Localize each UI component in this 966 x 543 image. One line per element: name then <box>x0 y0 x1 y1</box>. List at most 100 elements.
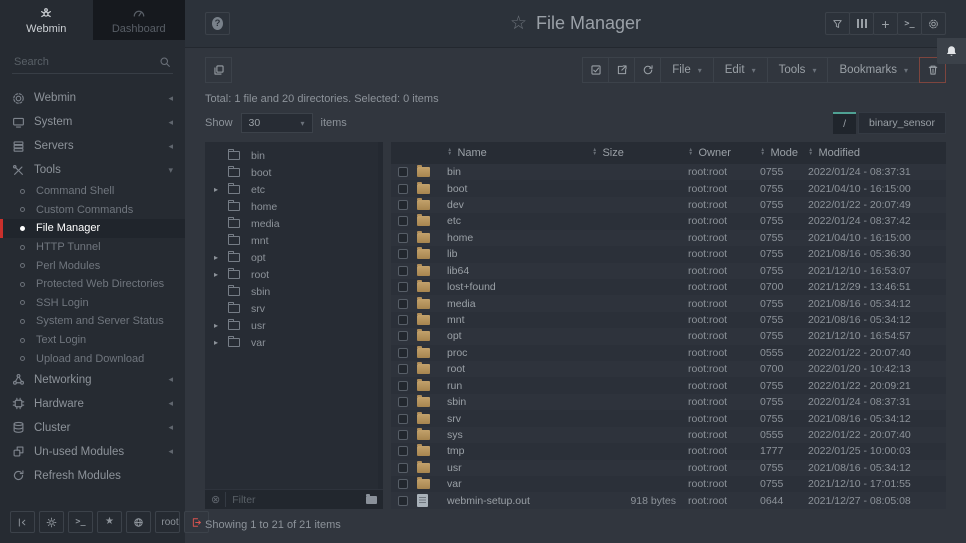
table-row[interactable]: varroot:root07552021/12/10 - 17:01:55 <box>391 476 946 492</box>
table-row[interactable]: sbinroot:root07552022/01/24 - 08:37:31 <box>391 394 946 410</box>
row-checkbox[interactable] <box>398 266 408 276</box>
menu-file[interactable]: File▾ <box>660 57 714 83</box>
tree-item-mnt[interactable]: mnt <box>205 232 383 249</box>
tree-item-root[interactable]: ▸root <box>205 266 383 283</box>
favorites-button[interactable]: ★ <box>97 511 122 533</box>
column-header-name[interactable]: Name <box>447 147 592 159</box>
collapse-sidebar-button[interactable] <box>10 511 35 533</box>
sidebar-item-webmin[interactable]: Webmin◂ <box>0 86 185 110</box>
table-row[interactable]: srvroot:root07552021/08/16 - 05:34:12 <box>391 410 946 426</box>
tree-item-media[interactable]: media <box>205 215 383 232</box>
sidebar-item-system[interactable]: System◂ <box>0 110 185 134</box>
tree-item-home[interactable]: home <box>205 198 383 215</box>
table-row[interactable]: optroot:root07552021/12/10 - 16:54:57 <box>391 328 946 344</box>
filter-button[interactable] <box>825 12 850 35</box>
sidebar-item-hardware[interactable]: Hardware◂ <box>0 392 185 416</box>
table-row[interactable]: runroot:root07552022/01/22 - 20:09:21 <box>391 377 946 393</box>
select-button[interactable] <box>582 57 609 83</box>
panels-button[interactable] <box>205 57 232 83</box>
path-segment-button[interactable]: binary_sensor <box>858 112 946 134</box>
menu-tools[interactable]: Tools▾ <box>767 57 829 83</box>
sidebar-subitem-command-shell[interactable]: Command Shell <box>0 182 185 201</box>
sort-icon[interactable] <box>592 149 597 156</box>
show-items-select[interactable]: 30 ▾ <box>241 113 313 133</box>
table-row[interactable]: sysroot:root05552022/01/22 - 20:07:40 <box>391 427 946 443</box>
row-checkbox[interactable] <box>398 430 408 440</box>
row-checkbox[interactable] <box>398 167 408 177</box>
sort-icon[interactable] <box>760 149 765 156</box>
table-row[interactable]: mntroot:root07552021/08/16 - 05:34:12 <box>391 312 946 328</box>
row-checkbox[interactable] <box>398 381 408 391</box>
processes-button[interactable] <box>849 12 874 35</box>
table-row[interactable]: lib64root:root07552021/12/10 - 16:53:07 <box>391 263 946 279</box>
menu-bookmarks[interactable]: Bookmarks▾ <box>827 57 920 83</box>
tree-item-sbin[interactable]: sbin <box>205 283 383 300</box>
row-checkbox[interactable] <box>398 200 408 210</box>
chevron-right-icon[interactable]: ▸ <box>214 185 228 194</box>
sidebar-item-cluster[interactable]: Cluster◂ <box>0 416 185 440</box>
column-header-modified[interactable]: Modified <box>808 147 946 159</box>
column-header-size[interactable]: Size <box>592 147 688 159</box>
menu-edit[interactable]: Edit▾ <box>713 57 768 83</box>
tree-item-usr[interactable]: ▸usr <box>205 317 383 334</box>
table-row[interactable]: webmin-setup.out918 bytesroot:root064420… <box>391 492 946 508</box>
row-checkbox[interactable] <box>398 348 408 358</box>
row-checkbox[interactable] <box>398 233 408 243</box>
sort-icon[interactable] <box>688 149 693 156</box>
table-row[interactable]: libroot:root07552021/08/16 - 05:36:30 <box>391 246 946 262</box>
tree-item-srv[interactable]: srv <box>205 300 383 317</box>
chevron-right-icon[interactable]: ▸ <box>214 321 228 330</box>
sidebar-tab-webmin[interactable]: Webmin <box>0 0 93 40</box>
sidebar-tab-dashboard[interactable]: Dashboard <box>93 0 186 40</box>
favorite-star-icon[interactable]: ☆ <box>510 12 527 35</box>
sort-icon[interactable] <box>808 149 813 156</box>
export-button[interactable] <box>608 57 635 83</box>
table-row[interactable]: devroot:root07552022/01/22 - 20:07:49 <box>391 197 946 213</box>
sidebar-subitem-perl-modules[interactable]: Perl Modules <box>0 256 185 275</box>
table-row[interactable]: homeroot:root07552021/04/10 - 16:15:00 <box>391 230 946 246</box>
chevron-right-icon[interactable]: ▸ <box>214 338 228 347</box>
sidebar-item-servers[interactable]: Servers◂ <box>0 134 185 158</box>
refresh-button[interactable] <box>634 57 661 83</box>
row-checkbox[interactable] <box>398 315 408 325</box>
row-checkbox[interactable] <box>398 282 408 292</box>
row-checkbox[interactable] <box>398 479 408 489</box>
sidebar-subitem-protected-web-directories[interactable]: Protected Web Directories <box>0 275 185 294</box>
sidebar-item-networking[interactable]: Networking◂ <box>0 368 185 392</box>
table-row[interactable]: lost+foundroot:root07002021/12/29 - 13:4… <box>391 279 946 295</box>
table-row[interactable]: etcroot:root07552022/01/24 - 08:37:42 <box>391 213 946 229</box>
table-row[interactable]: procroot:root05552022/01/22 - 20:07:40 <box>391 345 946 361</box>
row-checkbox[interactable] <box>398 414 408 424</box>
row-checkbox[interactable] <box>398 184 408 194</box>
search-input[interactable] <box>12 50 173 74</box>
theme-button[interactable] <box>39 511 64 533</box>
sidebar-subitem-ssh-login[interactable]: SSH Login <box>0 294 185 313</box>
row-checkbox[interactable] <box>398 364 408 374</box>
sidebar-subitem-upload-and-download[interactable]: Upload and Download <box>0 349 185 368</box>
row-checkbox[interactable] <box>398 331 408 341</box>
column-header-owner[interactable]: Owner <box>688 147 760 159</box>
sidebar-subitem-http-tunnel[interactable]: HTTP Tunnel <box>0 238 185 257</box>
table-row[interactable]: bootroot:root07552021/04/10 - 16:15:00 <box>391 180 946 196</box>
sidebar-subitem-custom-commands[interactable]: Custom Commands <box>0 201 185 220</box>
add-button[interactable]: + <box>873 12 898 35</box>
folder-select-icon[interactable] <box>366 496 377 504</box>
sidebar-subitem-text-login[interactable]: Text Login <box>0 331 185 350</box>
sidebar-item-un-used-modules[interactable]: Un-used Modules◂ <box>0 440 185 464</box>
path-root-button[interactable]: / <box>833 112 856 134</box>
sort-icon[interactable] <box>447 149 452 156</box>
filter-input[interactable] <box>225 492 361 507</box>
chevron-right-icon[interactable]: ▸ <box>214 270 228 279</box>
row-checkbox[interactable] <box>398 496 408 506</box>
table-row[interactable]: usrroot:root07552021/08/16 - 05:34:12 <box>391 460 946 476</box>
table-row[interactable]: binroot:root07552022/01/24 - 08:37:31 <box>391 164 946 180</box>
row-checkbox[interactable] <box>398 249 408 259</box>
terminal-button[interactable]: >_ <box>897 12 922 35</box>
row-checkbox[interactable] <box>398 299 408 309</box>
user-button[interactable]: root <box>155 511 180 533</box>
notifications-button[interactable] <box>937 38 966 64</box>
tree-item-opt[interactable]: ▸opt <box>205 249 383 266</box>
settings-button[interactable] <box>921 12 946 35</box>
row-checkbox[interactable] <box>398 216 408 226</box>
clear-filter-icon[interactable]: ⊗ <box>211 493 220 506</box>
